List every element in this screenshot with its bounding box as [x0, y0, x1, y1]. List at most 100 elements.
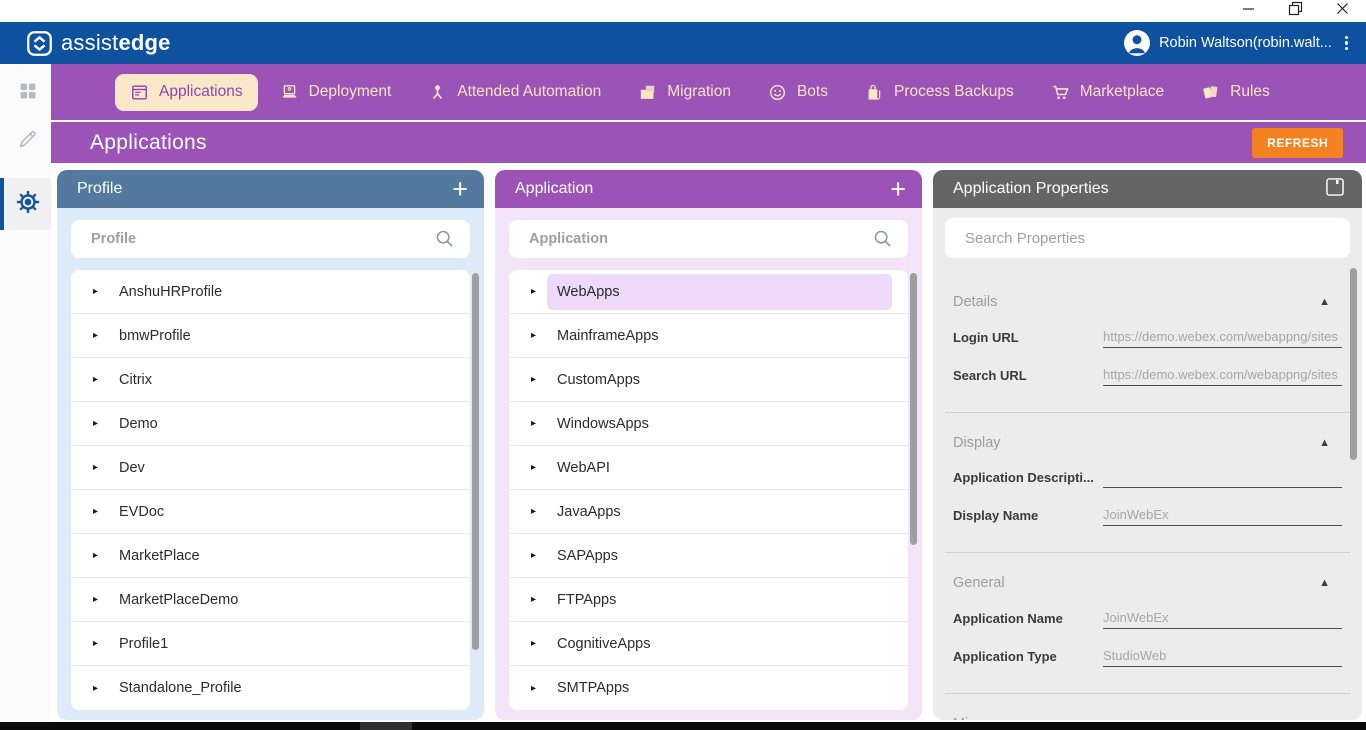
field-input[interactable] [1103, 470, 1342, 488]
tab-marketplace[interactable]: Marketplace [1036, 74, 1179, 111]
list-item-marketplacedemo[interactable]: ▸ MarketPlaceDemo [71, 578, 470, 622]
item-label[interactable]: MainframeApps [547, 318, 892, 354]
expand-caret-icon[interactable]: ▸ [531, 330, 541, 341]
item-label[interactable]: CognitiveApps [547, 626, 892, 662]
item-label[interactable]: JavaApps [547, 494, 892, 530]
expand-caret-icon[interactable]: ▸ [93, 594, 103, 605]
expand-caret-icon[interactable]: ▸ [93, 683, 103, 694]
tab-migration[interactable]: Migration [623, 74, 746, 111]
section-title: Details [953, 294, 998, 310]
field-input[interactable]: JoinWebEx [1103, 507, 1342, 526]
minimize-button[interactable] [1225, 0, 1272, 22]
item-label[interactable]: WebApps [547, 273, 892, 310]
rules-icon [1201, 83, 1220, 102]
item-label[interactable]: WebAPI [547, 450, 892, 486]
list-item-marketplace[interactable]: ▸ MarketPlace [71, 534, 470, 578]
tab-bots[interactable]: Bots [753, 74, 843, 111]
migration-icon [638, 83, 657, 102]
item-label[interactable]: Citrix [109, 362, 454, 398]
field-input[interactable]: https://demo.webex.com/webappng/sites [1103, 329, 1342, 348]
item-label[interactable]: MarketPlace [109, 538, 454, 574]
collapse-triangle-icon[interactable]: ▲ [1319, 437, 1342, 449]
expand-caret-icon[interactable]: ▸ [531, 418, 541, 429]
expand-caret-icon[interactable]: ▸ [531, 462, 541, 473]
properties-search-input[interactable] [965, 229, 1334, 247]
expand-caret-icon[interactable]: ▸ [93, 330, 103, 341]
item-label[interactable]: SAPApps [547, 538, 892, 574]
sidebar-item-edit[interactable] [0, 118, 51, 164]
tab-deployment[interactable]: Deployment [265, 74, 407, 111]
list-item-profile1[interactable]: ▸ Profile1 [71, 622, 470, 666]
expand-caret-icon[interactable]: ▸ [531, 683, 541, 694]
item-label[interactable]: Demo [109, 406, 454, 442]
user-area[interactable]: Robin Waltson(robin.walt... [1124, 30, 1352, 56]
application-search-input[interactable] [529, 231, 872, 247]
expand-caret-icon[interactable]: ▸ [93, 462, 103, 473]
field-input[interactable]: https://demo.webex.com/webappng/sites [1103, 367, 1342, 386]
expand-caret-icon[interactable]: ▸ [93, 286, 103, 297]
item-label[interactable]: SMTPApps [547, 670, 892, 706]
list-item-cognitiveapps[interactable]: ▸ CognitiveApps [509, 622, 908, 666]
save-button[interactable] [1324, 176, 1346, 203]
list-item-windowsapps[interactable]: ▸ WindowsApps [509, 402, 908, 446]
list-item-dev[interactable]: ▸ Dev [71, 446, 470, 490]
user-menu-icon[interactable] [1341, 34, 1352, 53]
add-application-button[interactable]: + [890, 175, 906, 203]
collapse-triangle-icon[interactable]: ▲ [1319, 296, 1342, 308]
add-profile-button[interactable]: + [452, 175, 468, 203]
collapse-triangle-icon[interactable]: ▲ [1319, 577, 1342, 589]
item-label[interactable]: Standalone_Profile [109, 670, 454, 706]
sidebar-item-settings[interactable] [0, 178, 51, 230]
item-label[interactable]: MarketPlaceDemo [109, 582, 454, 618]
item-label[interactable]: FTPApps [547, 582, 892, 618]
list-item-webapi[interactable]: ▸ WebAPI [509, 446, 908, 490]
list-item-customapps[interactable]: ▸ CustomApps [509, 358, 908, 402]
list-item-standalone-profile[interactable]: ▸ Standalone_Profile [71, 666, 470, 710]
item-label[interactable]: EVDoc [109, 494, 454, 530]
properties-scrollbar[interactable] [1350, 268, 1357, 460]
restore-button[interactable] [1272, 0, 1319, 22]
item-label[interactable]: WindowsApps [547, 406, 892, 442]
tab-attended-automation[interactable]: Attended Automation [413, 74, 616, 111]
item-label[interactable]: AnshuHRProfile [109, 274, 454, 310]
close-button[interactable] [1319, 0, 1366, 22]
field-input[interactable]: JoinWebEx [1103, 610, 1342, 629]
list-item-bmwprofile[interactable]: ▸ bmwProfile [71, 314, 470, 358]
list-item-ftpapps[interactable]: ▸ FTPApps [509, 578, 908, 622]
collapse-triangle-icon[interactable]: ▲ [1319, 718, 1342, 720]
expand-caret-icon[interactable]: ▸ [531, 506, 541, 517]
expand-caret-icon[interactable]: ▸ [93, 374, 103, 385]
list-item-citrix[interactable]: ▸ Citrix [71, 358, 470, 402]
expand-caret-icon[interactable]: ▸ [531, 638, 541, 649]
sidebar-item-modules[interactable] [0, 70, 51, 116]
profile-search-input[interactable] [91, 231, 434, 247]
expand-caret-icon[interactable]: ▸ [93, 506, 103, 517]
expand-caret-icon[interactable]: ▸ [531, 594, 541, 605]
list-item-demo[interactable]: ▸ Demo [71, 402, 470, 446]
item-label[interactable]: Profile1 [109, 626, 454, 662]
list-item-webapps[interactable]: ▸ WebApps [509, 270, 908, 314]
list-item-anshuhrprofile[interactable]: ▸ AnshuHRProfile [71, 270, 470, 314]
item-label[interactable]: Dev [109, 450, 454, 486]
list-item-mainframeapps[interactable]: ▸ MainframeApps [509, 314, 908, 358]
refresh-button[interactable]: REFRESH [1252, 127, 1343, 158]
list-item-javaapps[interactable]: ▸ JavaApps [509, 490, 908, 534]
list-item-smtpapps[interactable]: ▸ SMTPApps [509, 666, 908, 710]
expand-caret-icon[interactable]: ▸ [93, 550, 103, 561]
tab-applications[interactable]: Applications [115, 73, 258, 111]
list-item-evdoc[interactable]: ▸ EVDoc [71, 490, 470, 534]
item-label[interactable]: CustomApps [547, 362, 892, 398]
tab-process-backups[interactable]: Process Backups [850, 74, 1029, 111]
list-item-sapapps[interactable]: ▸ SAPApps [509, 534, 908, 578]
expand-caret-icon[interactable]: ▸ [93, 638, 103, 649]
expand-caret-icon[interactable]: ▸ [531, 550, 541, 561]
tab-rules[interactable]: Rules [1186, 74, 1285, 111]
expand-caret-icon[interactable]: ▸ [93, 418, 103, 429]
application-scrollbar[interactable] [910, 273, 917, 545]
expand-caret-icon[interactable]: ▸ [531, 286, 541, 297]
bots-icon [768, 83, 787, 102]
field-input[interactable]: StudioWeb [1103, 648, 1342, 667]
item-label[interactable]: bmwProfile [109, 318, 454, 354]
profile-scrollbar[interactable] [472, 273, 479, 650]
expand-caret-icon[interactable]: ▸ [531, 374, 541, 385]
